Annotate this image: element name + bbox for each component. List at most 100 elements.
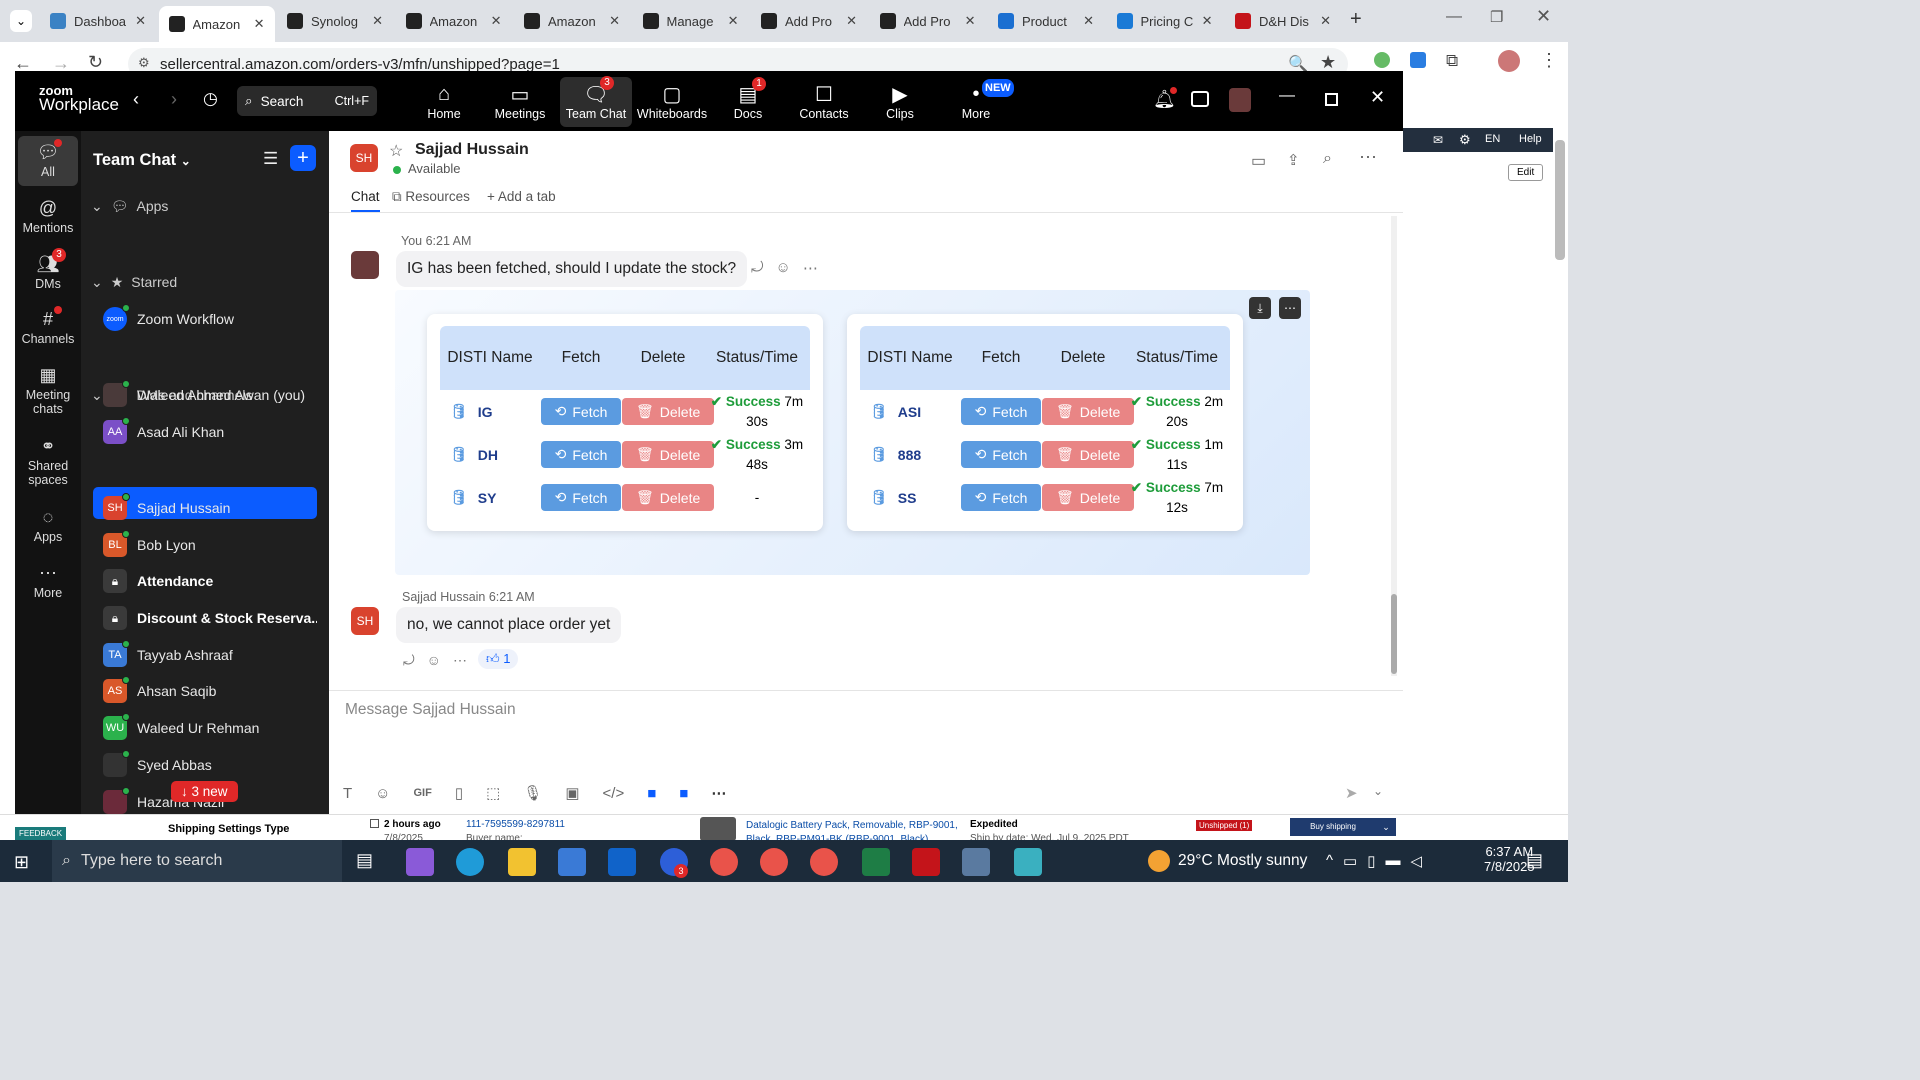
extension-icon[interactable] <box>1410 52 1426 68</box>
windows-start-icon[interactable]: ⊞ <box>14 852 29 873</box>
nav-clips[interactable]: ▶ Clips <box>864 81 936 122</box>
chrome-icon[interactable] <box>710 848 738 876</box>
outlook-icon[interactable] <box>608 848 636 876</box>
filezilla-icon[interactable] <box>912 848 940 876</box>
close-tab-icon[interactable]: ✕ <box>135 13 146 29</box>
nav-contacts[interactable]: ☐ Contacts <box>788 81 860 122</box>
code-snippet-icon[interactable]: </> <box>603 785 625 802</box>
chrome-icon[interactable] <box>810 848 838 876</box>
site-info-icon[interactable]: ⚙ <box>138 55 150 71</box>
notifications-icon[interactable]: ▤ <box>1526 850 1543 871</box>
sidebar-item-waleed-ur-rehman[interactable]: WU Waleed Ur Rehman <box>93 712 317 744</box>
browser-tab[interactable]: Manage ✕ <box>633 6 749 36</box>
share-screen-icon[interactable]: ⇪ <box>1287 151 1300 169</box>
extensions-puzzle-icon[interactable]: ⧉ <box>1446 51 1458 71</box>
display-icon[interactable]: ▭ <box>1343 852 1357 870</box>
browser-tab[interactable]: Amazon ✕ <box>396 6 512 36</box>
weather-text[interactable]: 29°C Mostly sunny <box>1178 852 1307 870</box>
sidebar-item-ahsan-saqib[interactable]: AS Ahsan Saqib <box>93 675 317 707</box>
help-link[interactable]: Help <box>1519 133 1542 145</box>
close-tab-icon[interactable]: ✕ <box>372 13 383 29</box>
taskbar-search[interactable]: ⌕ Type here to search <box>52 840 342 882</box>
edge-icon[interactable] <box>456 848 484 876</box>
extension-icon[interactable] <box>1374 52 1390 68</box>
profile-avatar[interactable] <box>1498 50 1520 72</box>
nav-team-chat[interactable]: 🗨︎ Team Chat 3 <box>560 76 632 127</box>
chevron-down-icon[interactable]: ⌄ <box>1376 818 1396 836</box>
record-audio-icon[interactable]: 🎙︎ <box>523 784 542 802</box>
reply-icon[interactable]: ⤾ <box>751 259 764 277</box>
edit-button[interactable]: Edit <box>1508 164 1544 181</box>
back-arrow-icon[interactable]: ‹ <box>133 89 139 110</box>
record-video-icon[interactable]: ▣ <box>565 784 579 802</box>
close-tab-icon[interactable]: ✕ <box>609 13 620 29</box>
close-tab-icon[interactable]: ✕ <box>1320 13 1331 29</box>
browser-tab[interactable]: Synolog ✕ <box>277 6 393 36</box>
delete-button[interactable]: 🗑︎ Delete <box>622 441 715 468</box>
emoji-react-icon[interactable]: ☺ <box>427 652 441 669</box>
section-starred[interactable]: ⌄ ★ Starred <box>91 274 177 291</box>
browser-tab[interactable]: Dashboa ✕ <box>40 6 156 36</box>
browser-menu-icon[interactable]: ⋮ <box>1540 50 1558 71</box>
new-tab-icon[interactable]: + <box>1350 8 1362 31</box>
sidebar-item-waleed-ahmed-awan-you[interactable]: Waleed Ahmed Awan (you) <box>93 379 317 411</box>
star-outline-icon[interactable]: ☆ <box>389 141 403 161</box>
sidebar-item-zoom-workflow[interactable]: zoom Zoom Workflow <box>93 303 317 335</box>
file-icon[interactable]: ▯ <box>455 784 463 802</box>
message-bubble[interactable]: IG has been fetched, should I update the… <box>396 251 748 287</box>
buy-shipping-button[interactable]: Buy shipping <box>1290 818 1376 836</box>
rail-shared-spaces[interactable]: ⚭ Shared spaces <box>18 433 78 488</box>
nav-docs[interactable]: ▤ Docs 1 <box>712 77 784 121</box>
file-explorer-icon[interactable] <box>508 848 536 876</box>
calendar-icon[interactable] <box>1191 91 1209 107</box>
more-options-icon[interactable]: ⋯ <box>1359 147 1377 168</box>
new-chat-plus-icon[interactable]: + <box>290 145 316 171</box>
image-more-icon[interactable]: ⋯ <box>1279 297 1301 319</box>
sidebar-item-discount-stock-reserva[interactable]: 🔒︎ Discount & Stock Reserva... <box>93 602 317 634</box>
close-tab-icon[interactable]: ✕ <box>1202 13 1213 29</box>
new-messages-badge[interactable]: ↓ 3 new <box>171 781 238 802</box>
history-icon[interactable]: ◷ <box>203 89 218 109</box>
sidebar-item-tayyab-ashraaf[interactable]: TA Tayyab Ashraaf <box>93 639 317 671</box>
browser-tab[interactable]: Amazon ✕ <box>514 6 630 36</box>
team-chat-title[interactable]: Team Chat ⌄ <box>93 151 191 170</box>
delete-button[interactable]: 🗑︎ Delete <box>622 484 715 511</box>
chevron-down-icon[interactable]: ⌄ <box>1373 784 1383 798</box>
page-scrollbar[interactable] <box>1555 140 1565 260</box>
minimize-icon[interactable]: — <box>1279 87 1295 105</box>
feedback-tab[interactable]: FEEDBACK <box>15 827 67 840</box>
nav-more[interactable]: • More NEW <box>940 79 1014 121</box>
nav-home[interactable]: ⌂ Home <box>408 81 480 122</box>
tab-chat[interactable]: Chat <box>351 189 380 212</box>
copilot-icon[interactable] <box>406 848 434 876</box>
sidebar-item-asad-ali-khan[interactable]: AA Asad Ali Khan <box>93 416 317 448</box>
order-checkbox[interactable] <box>370 819 379 828</box>
close-tab-icon[interactable]: ✕ <box>965 13 976 29</box>
chevron-up-icon[interactable]: ^ <box>1326 852 1333 870</box>
order-id-link[interactable]: 111-7595599-8297811 <box>466 819 565 830</box>
chrome-icon[interactable] <box>760 848 788 876</box>
fetch-button[interactable]: ⟲ Fetch <box>960 484 1042 511</box>
section-apps[interactable]: ⌄ 💬︎ Apps <box>91 198 168 215</box>
fetch-button[interactable]: ⟲ Fetch <box>540 484 622 511</box>
rail-all[interactable]: 💬︎ All <box>18 139 78 179</box>
video-call-icon[interactable]: ▭ <box>1251 151 1266 171</box>
device-icon[interactable]: ▯ <box>1367 852 1375 870</box>
sidebar-item-bob-lyon[interactable]: BL Bob Lyon <box>93 529 317 561</box>
reply-icon[interactable]: ⤾ <box>403 652 415 669</box>
search-box[interactable]: ⌕ Search Ctrl+F <box>237 86 377 116</box>
format-text-icon[interactable]: T <box>343 785 352 802</box>
message-bubble[interactable]: no, we cannot place order yet <box>396 607 622 643</box>
close-tab-icon[interactable]: ✕ <box>1083 13 1094 29</box>
close-window-icon[interactable]: ✕ <box>1536 6 1551 27</box>
tab-resources[interactable]: ⧉ Resources <box>392 189 470 205</box>
contact-avatar[interactable]: SH <box>350 144 378 172</box>
close-tab-icon[interactable]: ✕ <box>846 13 857 29</box>
message-input[interactable]: Message Sajjad Hussain <box>345 701 516 719</box>
browser-tab[interactable]: Amazon ✕ <box>158 6 275 42</box>
rail-channels[interactable]: # Channels <box>18 306 78 346</box>
sidebar-item-attendance[interactable]: 🔒︎ Attendance <box>93 565 317 597</box>
reaction-chip[interactable]: 👍︎ 1 <box>478 649 519 669</box>
more-icon[interactable]: ⋯ <box>803 259 818 277</box>
profile-avatar[interactable] <box>1229 88 1251 112</box>
